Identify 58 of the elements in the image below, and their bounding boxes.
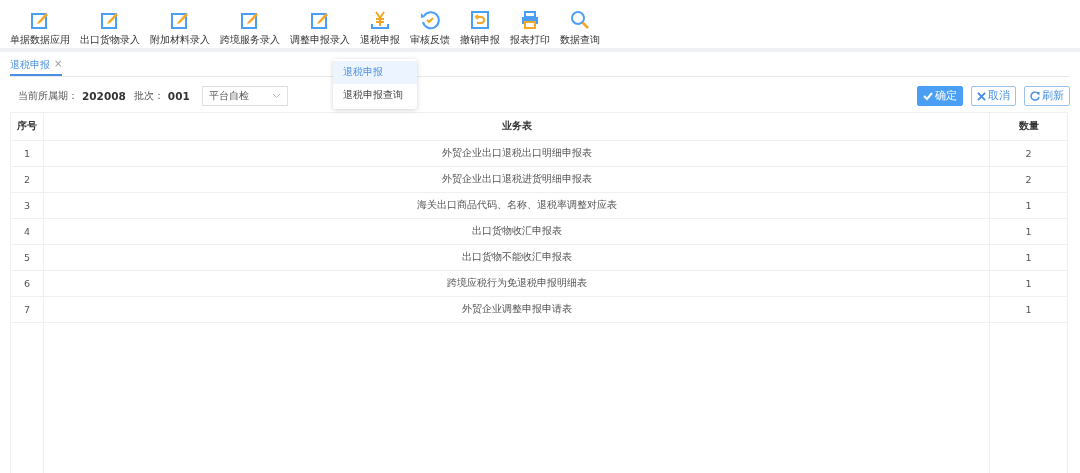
tab[interactable]: 退税申报 × xyxy=(10,56,63,76)
table-cell: 1 xyxy=(989,192,1068,219)
toolbar-button[interactable]: 出口货物录入 xyxy=(76,10,144,48)
refresh-icon xyxy=(1030,91,1040,101)
select-field[interactable]: 平台自检 xyxy=(201,86,288,106)
column-header: 业务表 xyxy=(43,112,990,141)
batch-label: 批次： xyxy=(133,89,164,103)
table-cell: 2 xyxy=(989,140,1068,167)
refresh-button[interactable]: 刷新 xyxy=(1024,86,1070,106)
check-icon xyxy=(923,91,933,101)
column-header: 数量 xyxy=(989,112,1068,141)
toolbar-button[interactable]: 单据数据应用 xyxy=(6,10,74,48)
table-cell: 1 xyxy=(989,218,1068,245)
table-cell: 海关出口商品代码、名称、退税率调整对应表 xyxy=(43,192,990,219)
toolbar-button[interactable]: 调整申报录入 xyxy=(286,10,354,48)
table-cell: 1 xyxy=(989,270,1068,297)
edit-icon xyxy=(170,10,190,30)
table-cell: 4 xyxy=(10,218,44,245)
period-label: 当前所属期： xyxy=(18,89,78,103)
table-cell: 6 xyxy=(10,270,44,297)
edit-icon xyxy=(240,10,260,30)
column-header: 序号 xyxy=(10,112,44,141)
toolbar-button[interactable]: 附加材料录入 xyxy=(146,10,214,48)
toolbar-button[interactable]: 报表打印 xyxy=(506,10,554,48)
edit-icon xyxy=(310,10,330,30)
chevron-down-icon xyxy=(271,93,281,99)
period-value: 202008 xyxy=(82,90,126,102)
table-cell: 2 xyxy=(10,166,44,193)
printer-icon xyxy=(520,10,540,30)
table-cell: 出口货物收汇申报表 xyxy=(43,218,990,245)
edit-icon xyxy=(30,10,50,30)
table-cell: 1 xyxy=(989,296,1068,323)
toolbar-button[interactable]: 退税申报 xyxy=(356,10,404,48)
tab-label[interactable]: 退税申报 xyxy=(10,58,50,74)
table-cell: 外贸企业出口退税出口明细申报表 xyxy=(43,140,990,167)
undo-icon xyxy=(470,10,490,30)
refresh-icon xyxy=(420,10,440,30)
menu-item[interactable]: 退税申报查询 xyxy=(333,84,417,107)
toolbar-button[interactable]: 审核反馈 xyxy=(406,10,454,48)
table-cell: 3 xyxy=(10,192,44,219)
table-cell: 外贸企业出口退税进货明细申报表 xyxy=(43,166,990,193)
table-cell: 1 xyxy=(10,140,44,167)
table-cell: 5 xyxy=(10,244,44,271)
yen-icon xyxy=(370,10,390,30)
toolbar-button[interactable]: 数据查询 xyxy=(556,10,604,48)
table-cell: 1 xyxy=(989,244,1068,271)
toolbar-button[interactable]: 撤销申报 xyxy=(456,10,504,48)
table-cell: 出口货物不能收汇申报表 xyxy=(43,244,990,271)
close-icon xyxy=(977,91,986,101)
table-cell: 外贸企业调整申报申请表 xyxy=(43,296,990,323)
table-cell: 2 xyxy=(989,166,1068,193)
search-icon xyxy=(570,10,590,30)
cancel-button[interactable]: 取消 xyxy=(971,86,1016,106)
table-cell: 7 xyxy=(10,296,44,323)
batch-value: 001 xyxy=(167,90,190,102)
toolbar-button[interactable]: 跨境服务录入 xyxy=(216,10,284,48)
edit-icon xyxy=(100,10,120,30)
table-cell: 跨境应税行为免退税申报明细表 xyxy=(43,270,990,297)
